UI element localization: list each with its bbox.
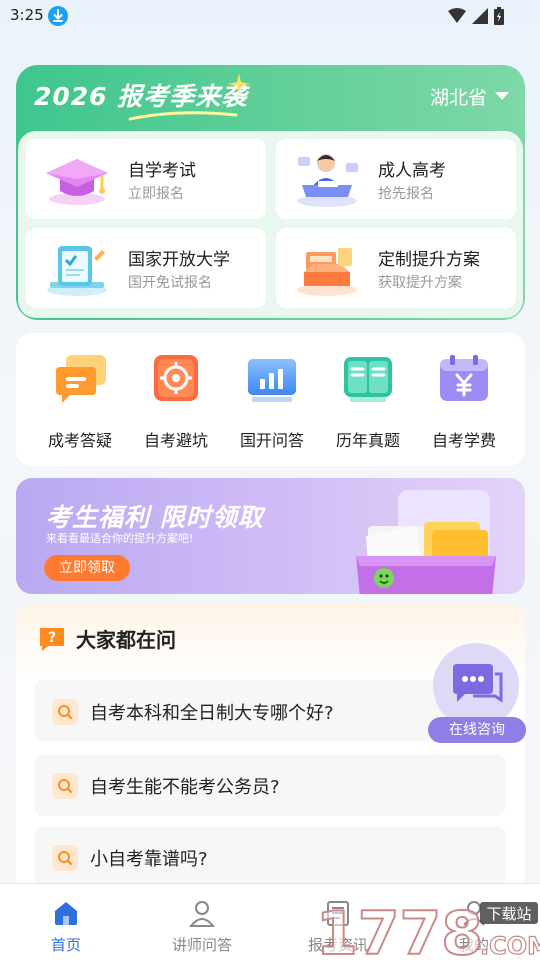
banner-title: 考生福利 限时领取: [46, 503, 264, 532]
svg-text:下载站: 下载站: [486, 905, 531, 923]
welfare-banner[interactable]: 考生福利 限时领取 来看看最适合你的提升方案吧! 立即领取: [16, 478, 525, 594]
faq-header: ? 大家都在问: [38, 624, 176, 653]
service-custom-plan[interactable]: 定制提升方案 获取提升方案: [276, 228, 516, 308]
nav-label: 首页: [50, 936, 81, 954]
service-subtitle: 抢先报名: [378, 186, 434, 202]
clipboard-icon: [47, 246, 107, 296]
quick-label: 历年真题: [335, 431, 400, 450]
graduation-cap-icon: [46, 159, 108, 205]
service-title: 自学考试: [128, 161, 196, 181]
province-label: 湖北省: [429, 87, 487, 109]
exam-season-card: 2026 报考季来袭 湖北省 自学考试 立即报名 成人高考 抢先报名 国家开放大…: [16, 65, 525, 320]
wifi-icon: [448, 8, 466, 23]
consult-label: 在线咨询: [428, 717, 526, 743]
service-title: 定制提升方案: [378, 250, 480, 270]
season-title: 2026 报考季来袭: [34, 82, 248, 111]
faq-question-text: 小自考靠谱吗?: [90, 849, 208, 870]
faq-question-text: 自考生能不能考公务员?: [90, 777, 280, 798]
banner-subtitle: 来看看最适合你的提升方案吧!: [46, 532, 194, 545]
faq-title: 大家都在问: [76, 628, 176, 652]
quick-open-university-qa[interactable]: 国开问答: [224, 353, 320, 451]
service-title: 成人高考: [378, 161, 446, 181]
quick-label: 成考答疑: [47, 431, 112, 450]
service-adult-college-exam[interactable]: 成人高考 抢先报名: [276, 139, 516, 219]
svg-text:?: ?: [48, 630, 56, 646]
online-consult-button[interactable]: 在线咨询: [428, 643, 526, 743]
download-icon: [48, 6, 68, 26]
search-icon: [52, 773, 78, 799]
claim-now-button[interactable]: 立即领取: [44, 555, 130, 581]
student-desk-icon: [297, 154, 358, 207]
user-icon: [188, 901, 216, 927]
status-bar: 3:25: [0, 0, 540, 34]
service-title: 国家开放大学: [128, 250, 230, 270]
watermark-logo: 1778 下载站 .COM: [315, 898, 540, 960]
quick-access-card: 成考答疑 自考避坑 国开问答 历年真题 自考学费: [16, 333, 525, 466]
folder-box-illustration: [356, 490, 496, 594]
question-badge-icon: ?: [40, 627, 64, 651]
service-self-study-exam[interactable]: 自学考试 立即报名: [26, 139, 266, 219]
search-icon: [52, 845, 78, 871]
quick-label: 自考学费: [431, 431, 496, 450]
chat-bubbles-icon: [453, 664, 503, 703]
faq-question-text: 自考本科和全日制大专哪个好?: [90, 703, 334, 724]
service-subtitle: 立即报名: [128, 186, 184, 202]
quick-past-exam-papers[interactable]: 历年真题: [320, 353, 416, 451]
status-time: 3:25: [10, 6, 44, 24]
service-grid: 自学考试 立即报名 成人高考 抢先报名 国家开放大学 国开免试报名 定制提升方案…: [18, 131, 523, 318]
province-selector[interactable]: 湖北省: [430, 83, 509, 110]
faq-question-item[interactable]: 自考生能不能考公务员?: [34, 754, 506, 816]
nav-home[interactable]: 首页: [16, 898, 116, 955]
site-watermark: 1778 下载站 .COM: [315, 896, 540, 960]
title-underline-decoration: [128, 111, 238, 121]
fee-calendar-icon: [440, 355, 488, 401]
service-subtitle: 国开免试报名: [128, 275, 212, 291]
sparkle-icon: [228, 73, 250, 95]
quick-label: 自考避坑: [143, 431, 208, 450]
quick-label: 国开问答: [239, 431, 304, 450]
svg-text:.COM: .COM: [480, 932, 540, 960]
nav-label: 讲师问答: [171, 936, 232, 954]
signal-icon: [472, 8, 488, 24]
plan-box-icon: [297, 248, 357, 296]
chat-icon: [56, 355, 106, 403]
nav-lecturer-qa[interactable]: 讲师问答: [152, 898, 252, 955]
battery-icon: [494, 7, 504, 25]
service-subtitle: 获取提升方案: [378, 275, 462, 291]
home-icon: [55, 902, 77, 925]
target-icon: [154, 355, 198, 401]
bar-chart-icon: [248, 359, 296, 402]
quick-adult-exam-qa[interactable]: 成考答疑: [32, 353, 128, 451]
faq-question-item[interactable]: 小自考靠谱吗?: [34, 826, 506, 888]
quick-self-exam-pitfalls[interactable]: 自考避坑: [128, 353, 224, 451]
service-open-university[interactable]: 国家开放大学 国开免试报名: [26, 228, 266, 308]
caret-down-icon: [495, 91, 509, 100]
book-icon: [344, 357, 392, 402]
svg-text:1778: 1778: [316, 899, 483, 960]
quick-self-exam-fees[interactable]: 自考学费: [416, 353, 512, 451]
search-icon: [52, 699, 78, 725]
